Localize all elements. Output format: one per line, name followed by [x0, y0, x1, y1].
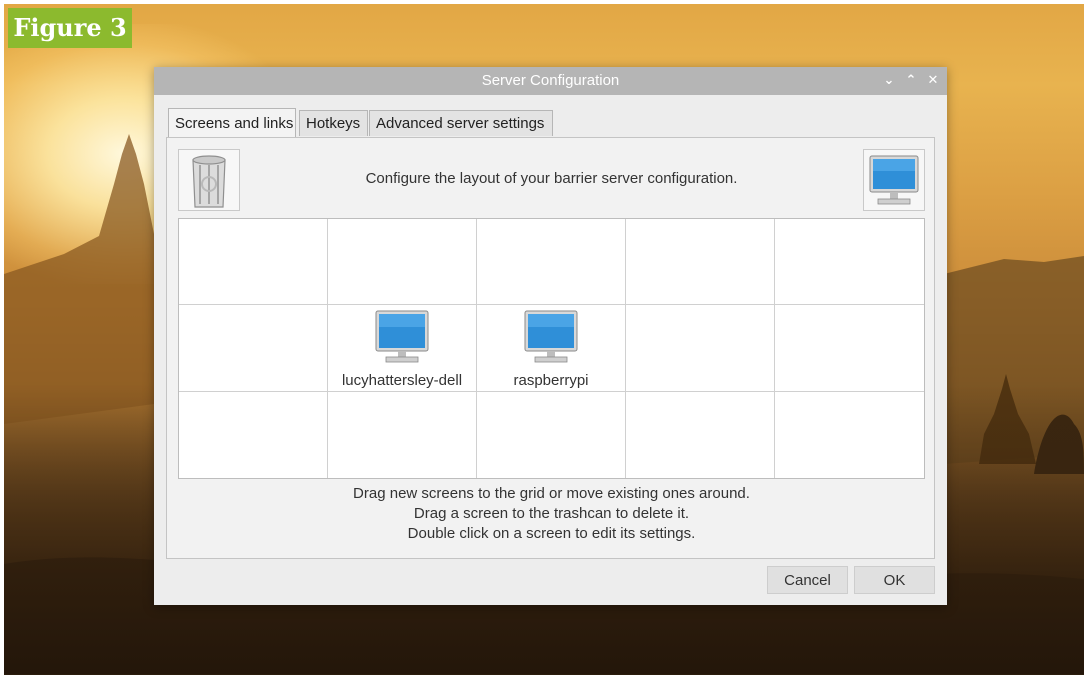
- grid-cell[interactable]: [775, 305, 924, 392]
- tab-advanced-server-settings[interactable]: Advanced server settings: [369, 110, 553, 136]
- grid-cell[interactable]: raspberrypi: [477, 305, 626, 392]
- grid-cell[interactable]: [477, 391, 626, 478]
- close-icon[interactable]: ✕: [923, 71, 943, 91]
- screen-name: lucyhattersley-dell: [341, 372, 463, 390]
- grid-cell[interactable]: [179, 305, 328, 392]
- grid-cell[interactable]: [328, 219, 477, 306]
- instruction-line: Double click on a screen to edit its set…: [407, 525, 696, 542]
- grid-cell[interactable]: [626, 305, 775, 392]
- instruction-line: Drag a screen to the trashcan to delete …: [413, 505, 690, 522]
- new-screen-icon[interactable]: [863, 149, 925, 211]
- maximize-icon[interactable]: ⌃: [901, 71, 921, 91]
- screens-and-links-panel: Configure the layout of your barrier ser…: [166, 137, 935, 559]
- monitor-icon: [375, 310, 429, 363]
- figure-label: Figure 3: [8, 8, 132, 48]
- ok-button[interactable]: OK: [854, 566, 935, 594]
- tab-hotkeys[interactable]: Hotkeys: [299, 110, 368, 136]
- tab-screens-and-links[interactable]: Screens and links: [168, 108, 296, 137]
- screen-layout-grid[interactable]: lucyhattersley-dell raspberrypi: [178, 218, 925, 479]
- grid-cell[interactable]: [328, 391, 477, 478]
- grid-cell[interactable]: lucyhattersley-dell: [328, 305, 477, 392]
- grid-cell[interactable]: [477, 219, 626, 306]
- title-bar[interactable]: Server Configuration ⌄ ⌃ ✕: [154, 67, 947, 95]
- screen-raspberrypi[interactable]: raspberrypi: [477, 305, 625, 390]
- grid-cell[interactable]: [775, 219, 924, 306]
- screen-lucyhattersley-dell[interactable]: lucyhattersley-dell: [328, 305, 476, 390]
- grid-cell[interactable]: [179, 391, 328, 478]
- minimize-icon[interactable]: ⌄: [879, 71, 899, 91]
- panel-header-text: Configure the layout of your barrier ser…: [365, 170, 738, 187]
- grid-cell[interactable]: [775, 392, 924, 478]
- window-title: Server Configuration: [481, 72, 620, 89]
- grid-cell[interactable]: [626, 391, 775, 478]
- grid-cell[interactable]: [626, 219, 775, 306]
- instruction-line: Drag new screens to the grid or move exi…: [353, 485, 750, 502]
- screen-name: raspberrypi: [513, 372, 589, 390]
- cancel-button[interactable]: Cancel: [767, 566, 848, 594]
- server-configuration-dialog: Server Configuration ⌄ ⌃ ✕ Screens and l…: [154, 67, 947, 605]
- grid-cell[interactable]: [179, 219, 328, 306]
- monitor-icon: [524, 310, 578, 363]
